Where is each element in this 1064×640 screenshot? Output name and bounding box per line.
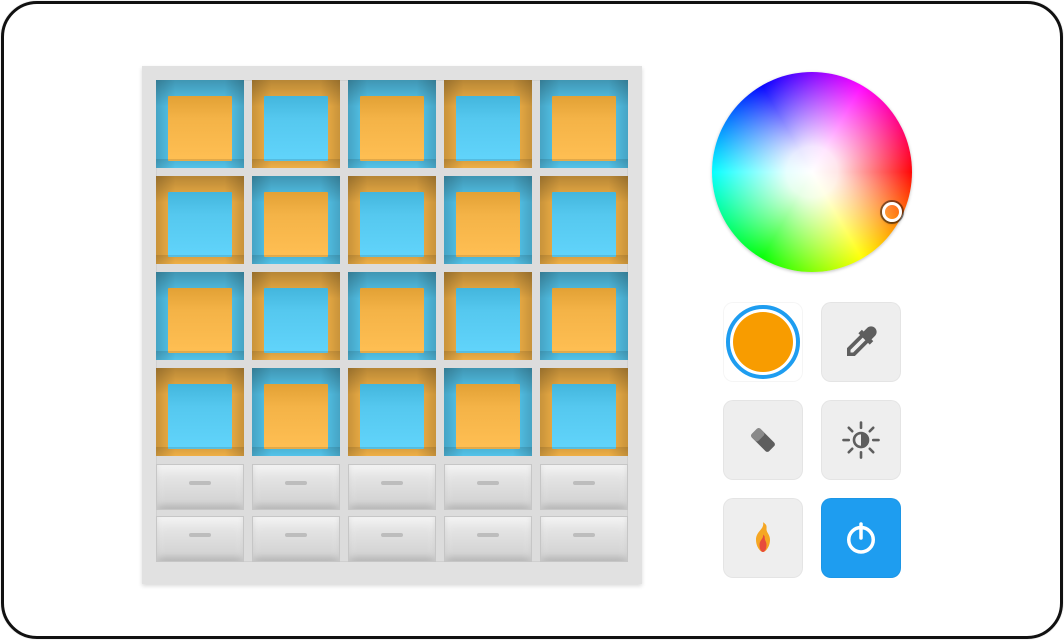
shelf-cubby[interactable] <box>540 368 628 456</box>
drawer-stack <box>444 464 532 562</box>
brightness-button[interactable] <box>821 400 901 480</box>
drawer[interactable] <box>348 516 436 562</box>
drawer[interactable] <box>252 516 340 562</box>
eyedropper-button[interactable] <box>821 302 901 382</box>
stage <box>28 26 1036 614</box>
shelf-cubby[interactable] <box>540 80 628 168</box>
shelf-cubby[interactable] <box>156 176 244 264</box>
eraser-button[interactable] <box>723 400 803 480</box>
tool-grid <box>723 302 901 578</box>
shelf-cubby[interactable] <box>348 80 436 168</box>
drawers-row <box>156 464 628 562</box>
swatch-inner <box>733 312 793 372</box>
device-frame <box>1 1 1063 639</box>
swatch-ring <box>726 305 800 379</box>
shelf-unit <box>142 66 642 584</box>
drawer[interactable] <box>156 516 244 562</box>
shelf-cubby[interactable] <box>156 272 244 360</box>
shelf-cubby[interactable] <box>444 176 532 264</box>
flame-icon <box>742 517 784 559</box>
drawer-stack <box>348 464 436 562</box>
shelf-cubby[interactable] <box>444 368 532 456</box>
drawer[interactable] <box>348 464 436 510</box>
shelf-cubby[interactable] <box>348 368 436 456</box>
drawer-stack <box>540 464 628 562</box>
shelf-cubby[interactable] <box>540 176 628 264</box>
shelf-cubby[interactable] <box>540 272 628 360</box>
drawer[interactable] <box>540 464 628 510</box>
shelf-cubby[interactable] <box>444 272 532 360</box>
power-button[interactable] <box>821 498 901 578</box>
drawer[interactable] <box>252 464 340 510</box>
drawer[interactable] <box>444 516 532 562</box>
shelf-cubby[interactable] <box>156 80 244 168</box>
shelf-cubby[interactable] <box>252 368 340 456</box>
eyedropper-icon <box>840 321 882 363</box>
eraser-icon <box>742 419 784 461</box>
drawer-stack <box>156 464 244 562</box>
shelf-cubby[interactable] <box>444 80 532 168</box>
shelf-frame <box>142 66 642 584</box>
power-icon <box>840 517 882 559</box>
drawer[interactable] <box>540 516 628 562</box>
drawer[interactable] <box>444 464 532 510</box>
flame-button[interactable] <box>723 498 803 578</box>
shelf-cubby[interactable] <box>252 272 340 360</box>
shelf-cubby[interactable] <box>156 368 244 456</box>
shelf-cubby[interactable] <box>348 176 436 264</box>
shelf-grid <box>156 80 628 456</box>
color-wheel-handle[interactable] <box>882 202 902 222</box>
controls-column <box>702 72 922 578</box>
color-wheel[interactable] <box>712 72 912 272</box>
shelf-cubby[interactable] <box>252 80 340 168</box>
shelf-cubby[interactable] <box>252 176 340 264</box>
drawer-stack <box>252 464 340 562</box>
brightness-icon <box>840 419 882 461</box>
current-color-button[interactable] <box>723 302 803 382</box>
drawer[interactable] <box>156 464 244 510</box>
shelf-cubby[interactable] <box>348 272 436 360</box>
